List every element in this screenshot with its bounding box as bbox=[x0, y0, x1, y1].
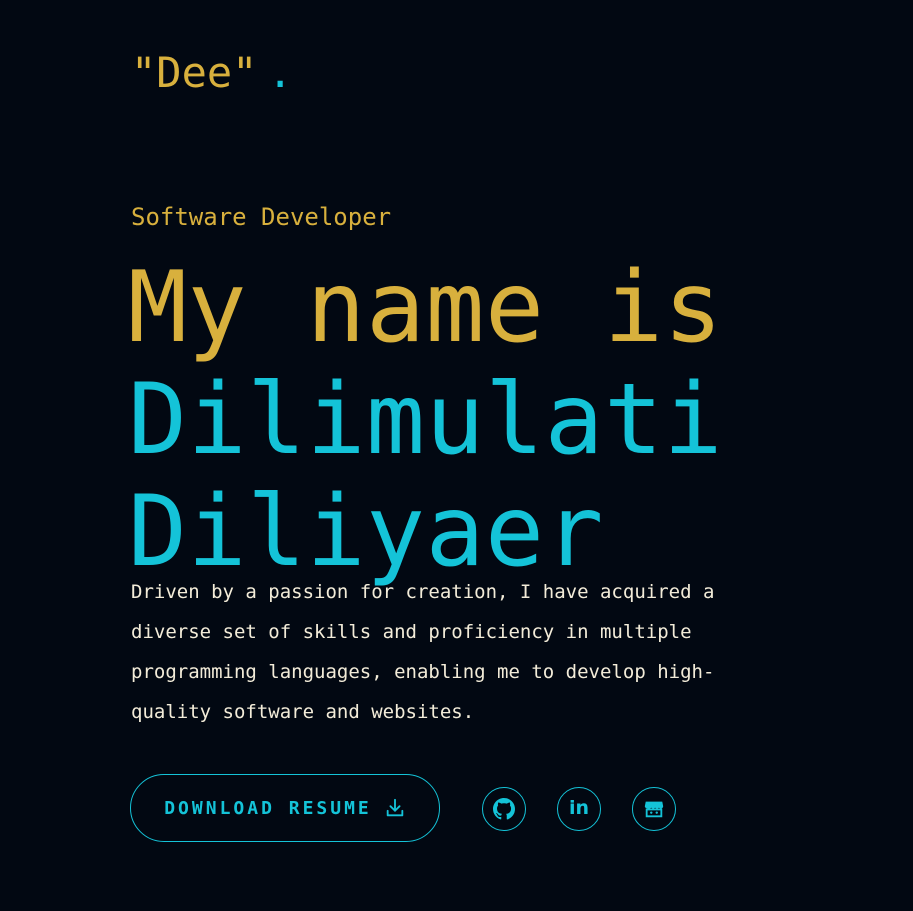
logo-dot: . bbox=[267, 48, 293, 97]
job-title: Software Developer bbox=[131, 203, 392, 231]
download-icon bbox=[386, 798, 404, 817]
store-link[interactable] bbox=[632, 787, 676, 831]
logo-text: "Dee" bbox=[131, 48, 258, 97]
heading-first-name: Dilimulati bbox=[128, 363, 724, 477]
github-link[interactable] bbox=[482, 787, 526, 831]
download-resume-button[interactable]: DOWNLOAD RESUME bbox=[130, 774, 440, 842]
linkedin-icon: in bbox=[568, 796, 590, 819]
hero-heading: My name is Dilimulati Diliyaer bbox=[128, 252, 723, 588]
github-icon bbox=[493, 798, 515, 820]
download-resume-label: DOWNLOAD RESUME bbox=[164, 797, 372, 819]
store-icon bbox=[644, 801, 664, 818]
site-logo[interactable]: "Dee". bbox=[131, 48, 293, 98]
heading-intro: My name is bbox=[128, 251, 724, 365]
linkedin-link[interactable]: in bbox=[557, 787, 601, 831]
hero-bio: Driven by a passion for creation, I have… bbox=[131, 581, 715, 723]
